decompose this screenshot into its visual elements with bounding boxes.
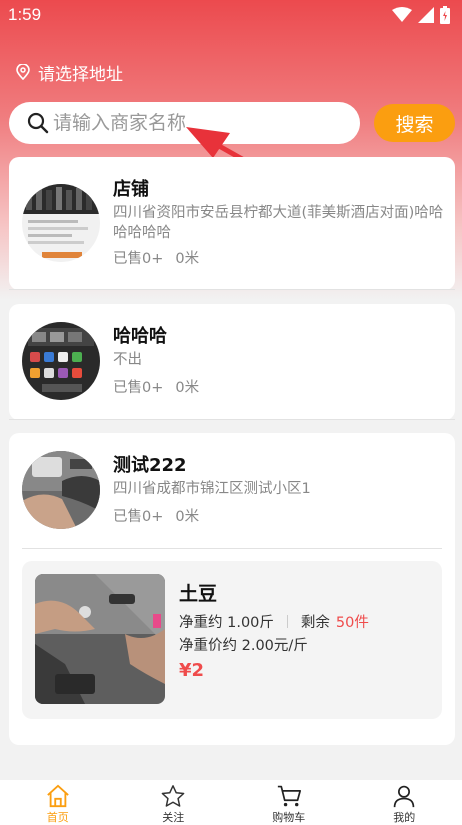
product-weight: 净重约 1.00斤 [179,615,274,631]
store-name: 哈哈哈 [113,326,167,347]
tab-bar: 首页 关注 购物车 我的 [0,780,462,825]
store-card[interactable]: 店铺 四川省资阳市安岳县柠都大道(菲美斯酒店对面)哈哈哈哈哈哈 已售0+ 0米 [9,157,455,290]
status-icons [392,6,450,24]
signal-icon [418,7,434,23]
store-avatar [22,451,100,529]
tab-cart[interactable]: 购物车 [231,780,347,825]
product-image [35,574,165,704]
tab-follow[interactable]: 关注 [116,780,232,825]
location-pin-icon [16,64,30,80]
divider [9,419,455,420]
product-name: 土豆 [179,583,218,605]
status-bar: 1:59 [0,0,462,30]
store-name: 测试222 [113,455,187,476]
tab-label: 我的 [393,811,416,824]
divider [9,289,455,290]
search-input[interactable] [53,112,343,134]
battery-icon [440,6,450,24]
home-icon [46,784,69,808]
tab-label: 购物车 [272,811,306,824]
store-stats: 已售0+ 0米 [113,376,199,397]
divider [22,548,442,549]
store-stats: 已售0+ 0米 [113,505,199,526]
product-card[interactable]: 土豆 净重约 1.00斤 剩余 50件 净重价约 2.00元/斤 ¥2 [22,561,442,719]
tab-mine[interactable]: 我的 [347,780,462,825]
product-stock-value: 50件 [335,615,369,631]
store-avatar [22,184,100,262]
store-name: 店铺 [113,179,149,200]
store-distance: 0米 [175,509,200,525]
store-distance: 0米 [175,380,200,396]
tab-label: 关注 [162,811,185,824]
star-icon [161,785,185,807]
store-address: 不出 [113,352,142,368]
search-box[interactable] [9,102,360,144]
user-icon [393,785,415,808]
status-time: 1:59 [8,5,42,24]
search-icon [27,112,49,134]
location-label: 请选择地址 [38,64,123,85]
search-button[interactable]: 搜索 [374,104,455,142]
product-price: ¥2 [179,660,205,681]
store-sold: 已售0+ [113,509,164,525]
cart-icon [277,785,301,807]
tab-label: 首页 [46,811,69,824]
tab-home[interactable]: 首页 [0,780,116,825]
store-card[interactable]: 测试222 四川省成都市锦江区测试小区1 已售0+ 0米 土豆 净重约 1.00… [9,433,455,745]
location-selector[interactable]: 请选择地址 [16,60,123,85]
divider [286,615,288,628]
store-address: 四川省资阳市安岳县柠都大道(菲美斯酒店对面)哈哈哈哈哈哈 [113,205,444,241]
store-sold: 已售0+ [113,380,164,396]
store-card[interactable]: 哈哈哈 不出 已售0+ 0米 [9,304,455,420]
store-stats: 已售0+ 0米 [113,247,199,268]
store-address: 四川省成都市锦江区测试小区1 [113,481,311,497]
product-weight-stock: 净重约 1.00斤 剩余 50件 [179,611,369,632]
store-avatar [22,322,100,400]
store-distance: 0米 [175,251,200,267]
product-stock-label: 剩余 [300,615,330,631]
product-unit-price: 净重价约 2.00元/斤 [179,638,308,654]
store-sold: 已售0+ [113,251,164,267]
wifi-icon [392,7,412,22]
